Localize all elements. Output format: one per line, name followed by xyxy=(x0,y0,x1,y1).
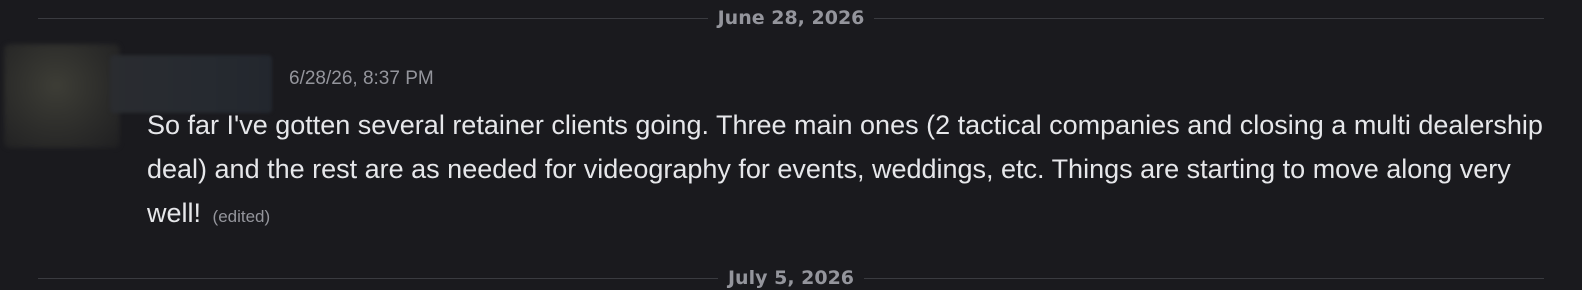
next-date-divider-label: July 5, 2026 xyxy=(727,267,855,289)
divider-line-right xyxy=(874,17,1544,19)
avatar[interactable] xyxy=(4,44,120,148)
edited-label: (edited) xyxy=(212,207,271,226)
next-date-divider: July 5, 2026 xyxy=(38,266,1545,290)
date-divider: June 28, 2026 xyxy=(38,6,1544,30)
date-divider-label: June 28, 2026 xyxy=(717,7,865,29)
divider-line-left xyxy=(38,277,718,279)
message-content: So far I've gotten several retainer clie… xyxy=(147,103,1557,239)
message-timestamp[interactable]: 6/28/26, 8:37 PM xyxy=(289,68,434,90)
divider-line-right xyxy=(864,277,1545,279)
divider-line-left xyxy=(38,17,708,19)
message-text: So far I've gotten several retainer clie… xyxy=(147,110,1543,228)
